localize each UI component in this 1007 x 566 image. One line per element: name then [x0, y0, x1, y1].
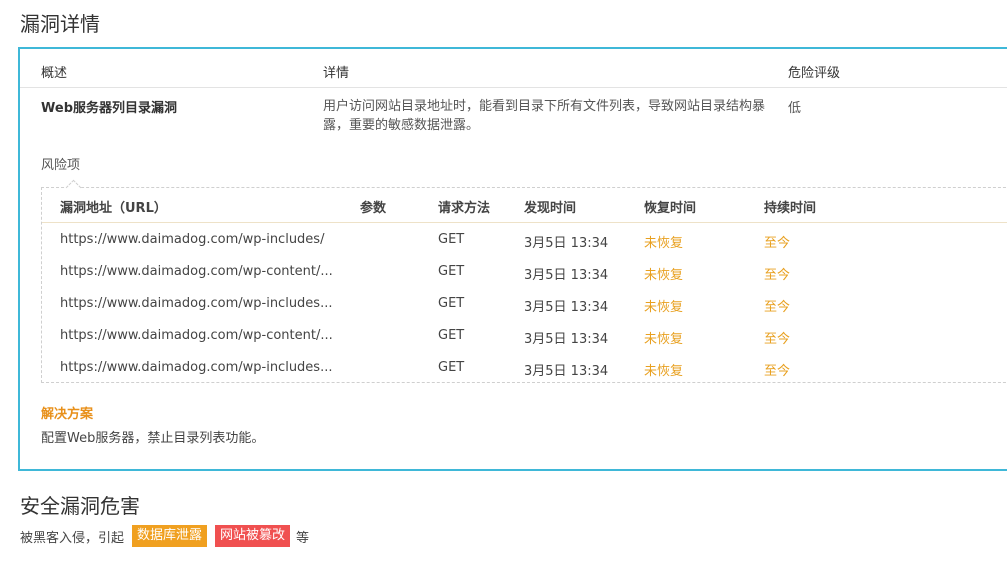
- col-duration: 持续时间: [764, 201, 817, 216]
- row-method: GET: [438, 296, 465, 311]
- table-row: https://www.daimadog.com/wp-includes... …: [42, 287, 1007, 319]
- row-duration: 至今: [764, 268, 791, 283]
- row-found-time: 3月5日 13:34: [524, 332, 609, 347]
- row-method: GET: [438, 232, 465, 247]
- risk-items-label: 风险项: [41, 158, 81, 173]
- col-param: 参数: [360, 201, 387, 216]
- section-title-harm: 安全漏洞危害: [20, 494, 140, 518]
- row-recover-status: 未恢复: [644, 332, 684, 347]
- row-recover-status: 未恢复: [644, 268, 684, 283]
- row-duration: 至今: [764, 300, 791, 315]
- solution-text: 配置Web服务器，禁止目录列表功能。: [41, 431, 265, 446]
- tag-db-leak: 数据库泄露: [132, 525, 208, 547]
- table-row: https://www.daimadog.com/wp-includes... …: [42, 351, 1007, 383]
- row-url[interactable]: https://www.daimadog.com/wp-includes...: [60, 360, 332, 375]
- table-row: https://www.daimadog.com/wp-content/... …: [42, 319, 1007, 351]
- row-method: GET: [438, 264, 465, 279]
- panel-header-row: 概述 详情 危险评级: [20, 49, 1007, 88]
- col-method: 请求方法: [438, 201, 491, 216]
- row-url[interactable]: https://www.daimadog.com/wp-includes/: [60, 232, 324, 247]
- header-detail: 详情: [323, 66, 350, 81]
- table-row: https://www.daimadog.com/wp-includes/ GE…: [42, 223, 1007, 255]
- row-found-time: 3月5日 13:34: [524, 364, 609, 379]
- vuln-detail-panel: 概述 详情 危险评级 Web服务器列目录漏洞 用户访问网站目录地址时，能看到目录…: [18, 47, 1007, 471]
- col-found-time: 发现时间: [524, 201, 577, 216]
- risk-items-table: 漏洞地址（URL） 参数 请求方法 发现时间 恢复时间 持续时间 https:/…: [41, 179, 1007, 383]
- row-url[interactable]: https://www.daimadog.com/wp-content/...: [60, 264, 333, 279]
- row-recover-status: 未恢复: [644, 300, 684, 315]
- col-url: 漏洞地址（URL）: [60, 201, 167, 216]
- vuln-detail-text: 用户访问网站目录地址时，能看到目录下所有文件列表，导致网站目录结构暴露，重要的敏…: [323, 99, 766, 133]
- row-url[interactable]: https://www.daimadog.com/wp-content/...: [60, 328, 333, 343]
- row-duration: 至今: [764, 236, 791, 251]
- vuln-level: 低: [788, 101, 802, 116]
- tag-site-tampered: 网站被篡改: [215, 525, 291, 547]
- row-found-time: 3月5日 13:34: [524, 268, 609, 283]
- solution-title: 解决方案: [41, 407, 94, 422]
- row-method: GET: [438, 328, 465, 343]
- row-duration: 至今: [764, 364, 791, 379]
- row-duration: 至今: [764, 332, 791, 347]
- row-found-time: 3月5日 13:34: [524, 236, 609, 251]
- vuln-info-row: Web服务器列目录漏洞 用户访问网站目录地址时，能看到目录下所有文件列表，导致网…: [20, 87, 1007, 147]
- row-recover-status: 未恢复: [644, 364, 684, 379]
- col-recover-time: 恢复时间: [644, 201, 697, 216]
- row-method: GET: [438, 360, 465, 375]
- table-row: https://www.daimadog.com/wp-content/... …: [42, 255, 1007, 287]
- harm-suffix: 等: [296, 530, 310, 546]
- header-overview: 概述: [41, 66, 68, 81]
- header-level: 危险评级: [788, 66, 841, 81]
- harm-row: 被黑客入侵，引起 数据库泄露 网站被篡改 等: [20, 524, 309, 548]
- section-title-vuln-detail: 漏洞详情: [20, 12, 100, 36]
- row-url[interactable]: https://www.daimadog.com/wp-includes...: [60, 296, 332, 311]
- harm-prefix: 被黑客入侵，引起: [20, 530, 125, 546]
- vuln-name: Web服务器列目录漏洞: [41, 101, 177, 116]
- risk-table-header: 漏洞地址（URL） 参数 请求方法 发现时间 恢复时间 持续时间: [42, 188, 1007, 223]
- row-found-time: 3月5日 13:34: [524, 300, 609, 315]
- row-recover-status: 未恢复: [644, 236, 684, 251]
